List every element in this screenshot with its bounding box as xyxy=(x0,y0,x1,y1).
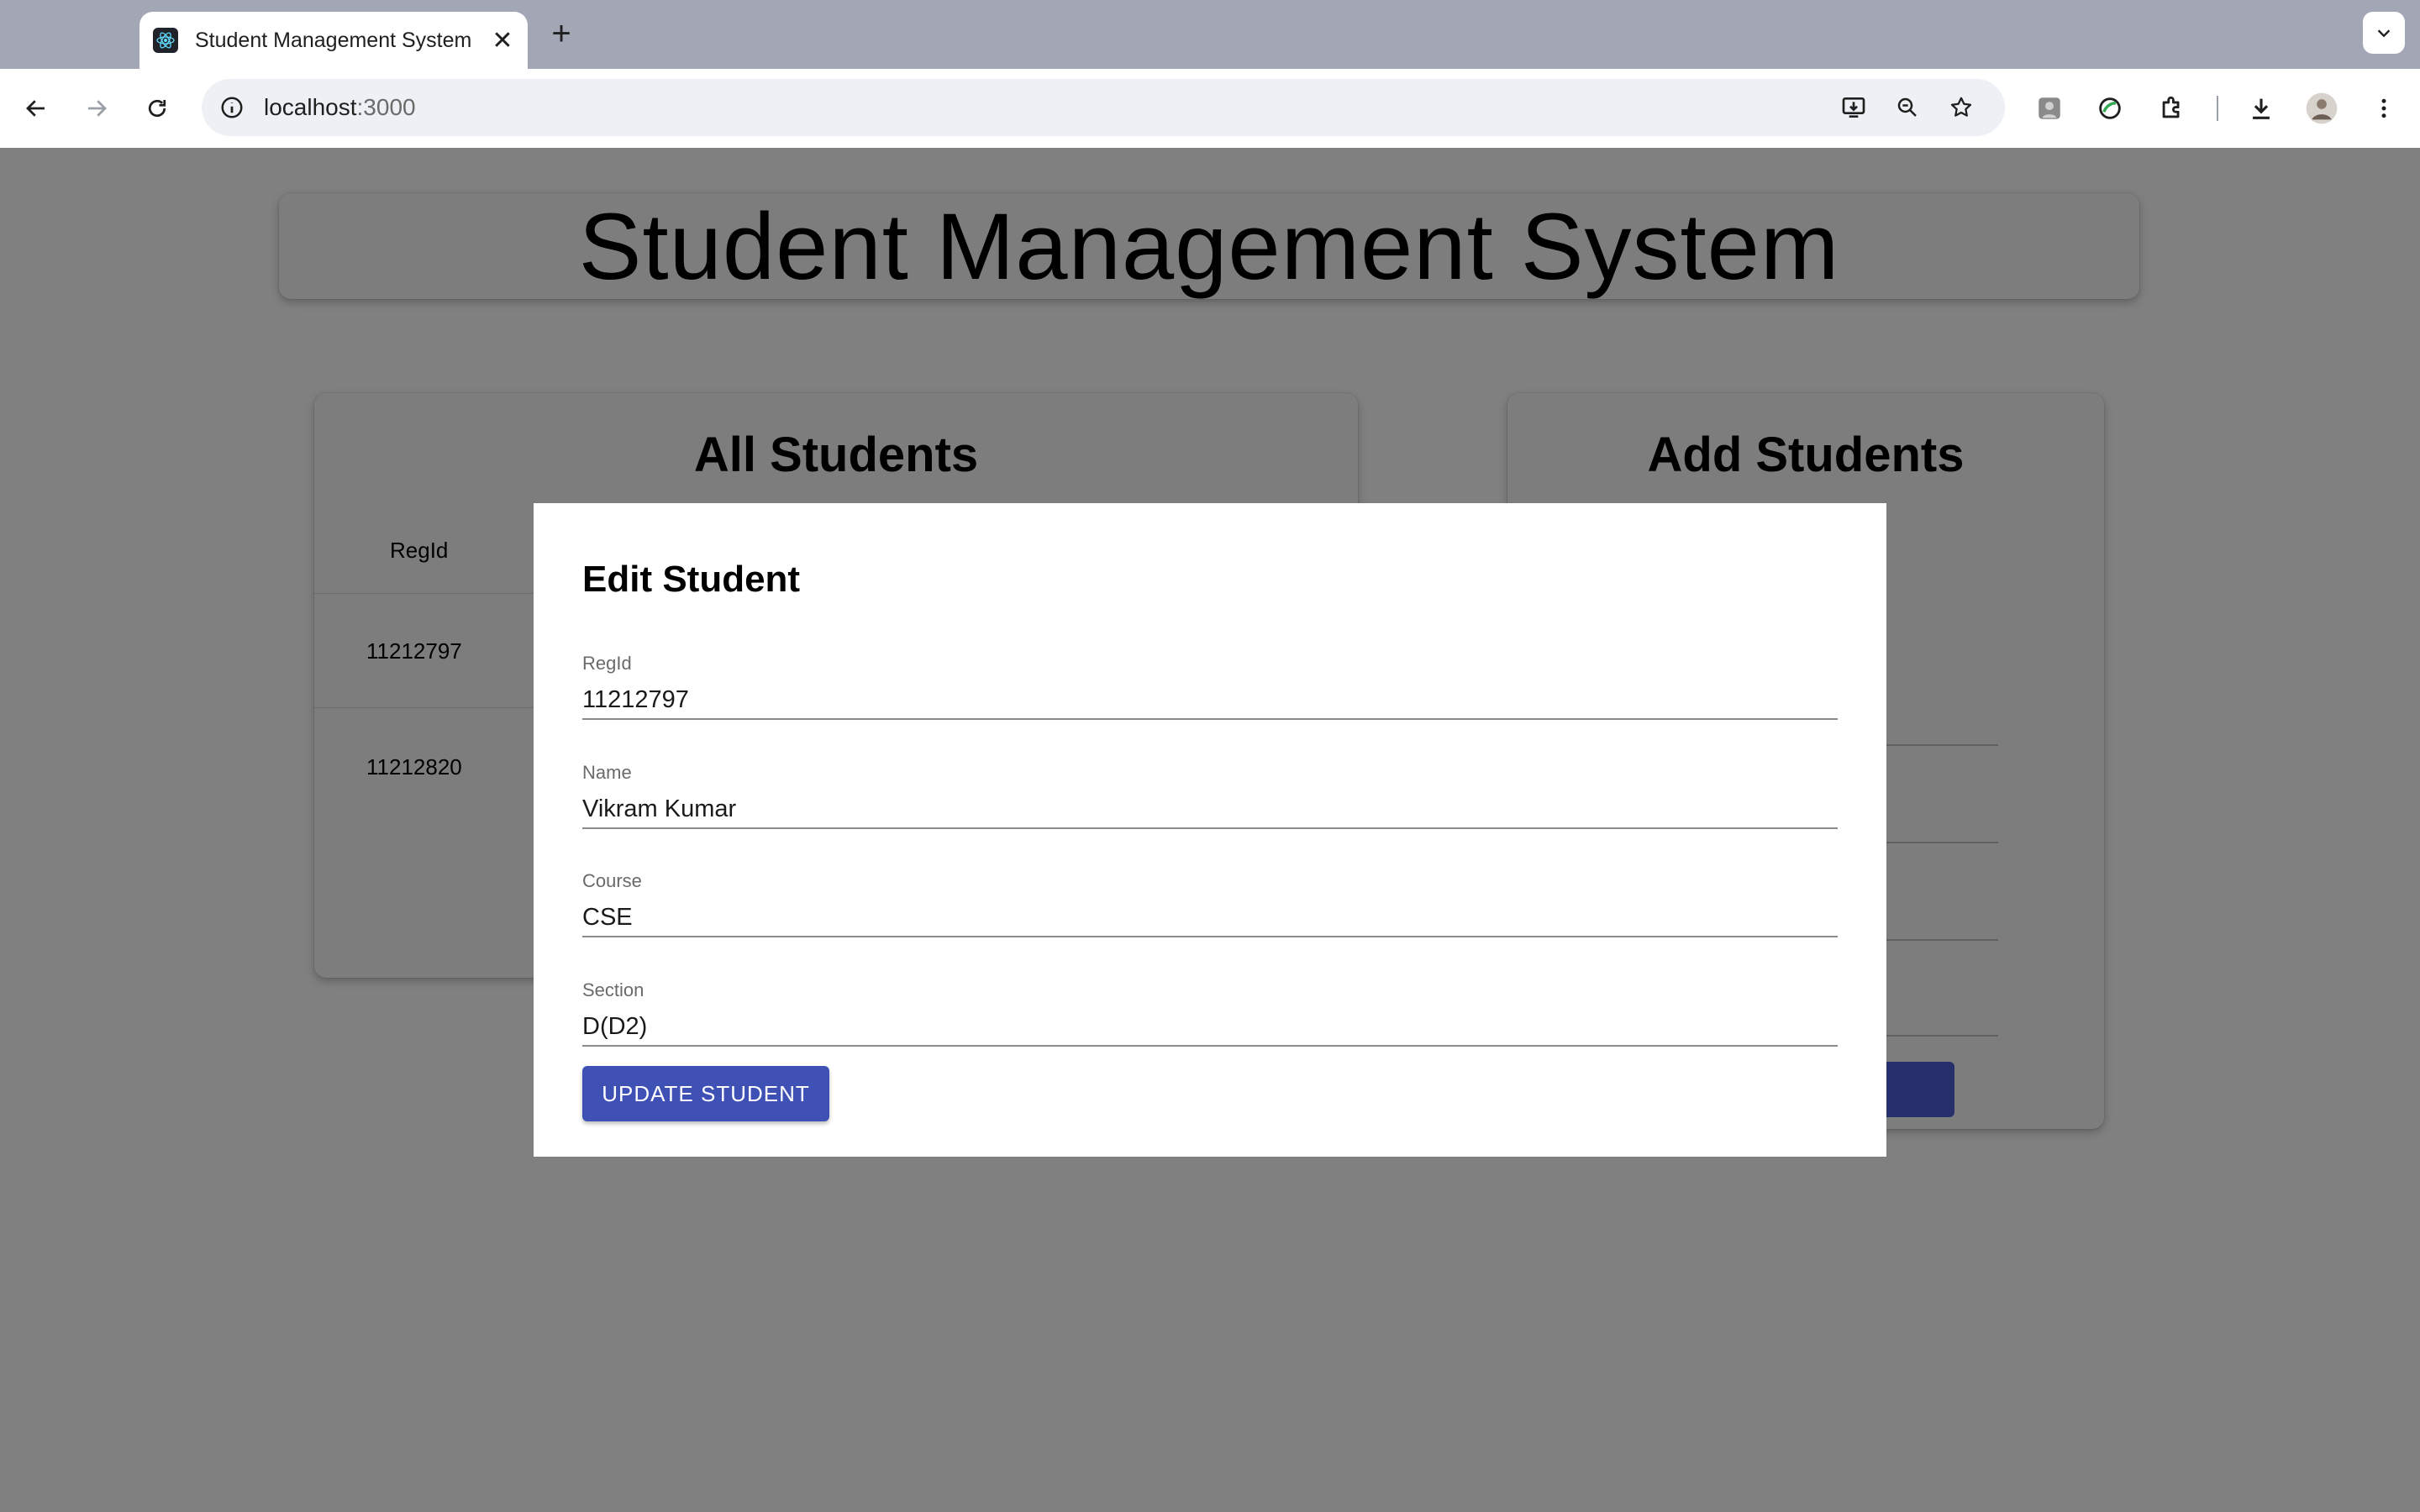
tab-title: Student Management System xyxy=(195,28,472,52)
all-students-heading: All Students xyxy=(693,428,979,482)
name-underline xyxy=(582,827,1838,829)
browser-toolbar: localhost:3000 xyxy=(0,69,2420,149)
back-arrow-icon xyxy=(26,100,45,117)
address-bar[interactable]: localhost:3000 xyxy=(202,79,2005,136)
chevron-down-icon xyxy=(2377,29,2391,38)
update-student-button[interactable]: UPDATE STUDENT xyxy=(582,1066,829,1121)
dialog-title: Edit Student xyxy=(582,559,801,600)
url-host: localhost xyxy=(264,94,357,120)
url-text: localhost:3000 xyxy=(264,79,416,136)
extension-profile-icon[interactable] xyxy=(2030,89,2069,128)
table-header-regid: RegId xyxy=(390,538,449,563)
extension-color-icon[interactable] xyxy=(2091,89,2129,128)
regid-underline xyxy=(582,718,1838,720)
site-info-icon[interactable] xyxy=(213,89,250,126)
forward-arrow-icon xyxy=(88,100,107,117)
react-favicon-icon xyxy=(153,28,178,53)
url-port: :3000 xyxy=(356,94,416,120)
back-button[interactable] xyxy=(17,89,55,128)
table-cell-regid: 11212797 xyxy=(366,638,462,664)
course-label: Course xyxy=(582,870,642,891)
extensions-puzzle-icon[interactable] xyxy=(2153,89,2191,128)
profile-avatar-icon[interactable] xyxy=(2302,89,2341,128)
page-title: Student Management System xyxy=(578,193,1840,299)
regid-field[interactable]: RegId 11212797 xyxy=(582,653,1838,720)
zoom-icon[interactable] xyxy=(1889,89,1926,126)
course-field[interactable]: Course CSE xyxy=(582,870,1838,937)
name-input[interactable]: Vikram Kumar xyxy=(582,790,1838,827)
tab-search-button[interactable] xyxy=(2363,12,2405,54)
add-students-heading: Add Students xyxy=(1647,428,1965,482)
reload-button[interactable] xyxy=(138,89,176,128)
section-field[interactable]: Section D(D2) xyxy=(582,979,1838,1047)
table-cell-regid: 11212820 xyxy=(366,754,462,780)
name-field[interactable]: Name Vikram Kumar xyxy=(582,762,1838,829)
section-input[interactable]: D(D2) xyxy=(582,1008,1838,1045)
install-app-icon[interactable] xyxy=(1835,89,1872,126)
regid-input[interactable]: 11212797 xyxy=(582,681,1838,718)
app-header: Student Management System xyxy=(279,193,2139,299)
regid-label: RegId xyxy=(582,653,632,674)
course-underline xyxy=(582,936,1838,937)
section-label: Section xyxy=(582,979,644,1000)
forward-button[interactable] xyxy=(77,89,116,128)
name-label: Name xyxy=(582,762,632,783)
browser-tab-strip: Student Management System ✕ + xyxy=(0,0,2420,69)
browser-menu-icon[interactable] xyxy=(2365,89,2403,128)
toolbar-separator xyxy=(2217,96,2218,121)
edit-student-dialog: Edit Student RegId 11212797 Name Vikram … xyxy=(534,503,1886,1157)
browser-tab[interactable]: Student Management System ✕ xyxy=(139,12,528,69)
downloads-icon[interactable] xyxy=(2242,89,2281,128)
bookmark-star-icon[interactable] xyxy=(1943,89,1980,126)
course-input[interactable]: CSE xyxy=(582,899,1838,936)
new-tab-button[interactable]: + xyxy=(543,15,580,52)
section-underline xyxy=(582,1045,1838,1047)
tab-close-icon[interactable]: ✕ xyxy=(486,24,519,57)
reload-icon xyxy=(148,99,166,118)
